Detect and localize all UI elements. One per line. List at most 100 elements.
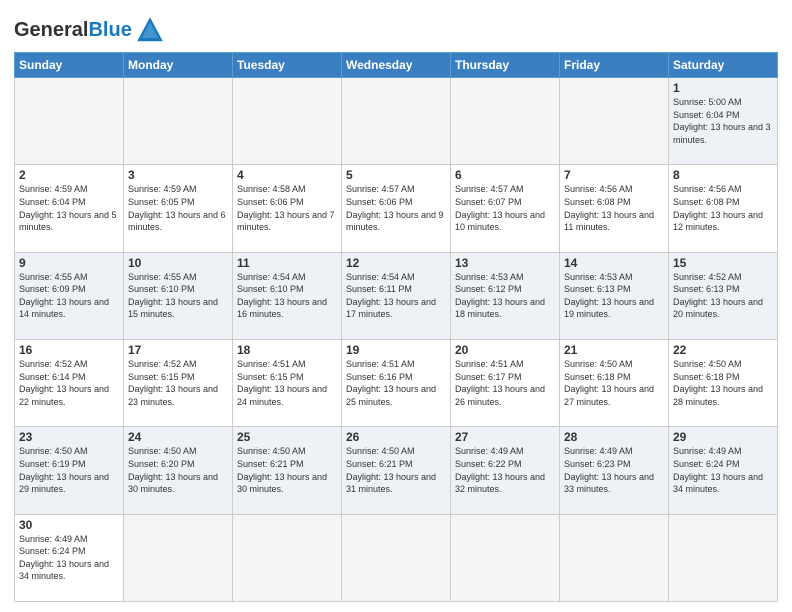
table-row: 25Sunrise: 4:50 AM Sunset: 6:21 PM Dayli… [233, 427, 342, 514]
day-info: Sunrise: 4:52 AM Sunset: 6:14 PM Dayligh… [19, 358, 119, 408]
day-info: Sunrise: 4:51 AM Sunset: 6:16 PM Dayligh… [346, 358, 446, 408]
table-row: 23Sunrise: 4:50 AM Sunset: 6:19 PM Dayli… [15, 427, 124, 514]
day-info: Sunrise: 4:50 AM Sunset: 6:18 PM Dayligh… [564, 358, 664, 408]
table-row: 24Sunrise: 4:50 AM Sunset: 6:20 PM Dayli… [124, 427, 233, 514]
day-info: Sunrise: 4:58 AM Sunset: 6:06 PM Dayligh… [237, 183, 337, 233]
day-number: 4 [237, 168, 337, 182]
day-number: 13 [455, 256, 555, 270]
day-number: 28 [564, 430, 664, 444]
day-info: Sunrise: 4:54 AM Sunset: 6:11 PM Dayligh… [346, 271, 446, 321]
table-row [233, 514, 342, 601]
col-thursday: Thursday [451, 53, 560, 78]
day-info: Sunrise: 4:50 AM Sunset: 6:20 PM Dayligh… [128, 445, 228, 495]
day-info: Sunrise: 4:54 AM Sunset: 6:10 PM Dayligh… [237, 271, 337, 321]
table-row: 28Sunrise: 4:49 AM Sunset: 6:23 PM Dayli… [560, 427, 669, 514]
day-number: 16 [19, 343, 119, 357]
day-number: 25 [237, 430, 337, 444]
calendar-week-row: 16Sunrise: 4:52 AM Sunset: 6:14 PM Dayli… [15, 339, 778, 426]
col-saturday: Saturday [669, 53, 778, 78]
day-number: 2 [19, 168, 119, 182]
day-info: Sunrise: 4:57 AM Sunset: 6:07 PM Dayligh… [455, 183, 555, 233]
day-number: 7 [564, 168, 664, 182]
table-row: 5Sunrise: 4:57 AM Sunset: 6:06 PM Daylig… [342, 165, 451, 252]
day-info: Sunrise: 4:55 AM Sunset: 6:09 PM Dayligh… [19, 271, 119, 321]
day-number: 5 [346, 168, 446, 182]
table-row: 27Sunrise: 4:49 AM Sunset: 6:22 PM Dayli… [451, 427, 560, 514]
table-row [669, 514, 778, 601]
table-row: 8Sunrise: 4:56 AM Sunset: 6:08 PM Daylig… [669, 165, 778, 252]
day-info: Sunrise: 4:53 AM Sunset: 6:13 PM Dayligh… [564, 271, 664, 321]
col-monday: Monday [124, 53, 233, 78]
day-number: 15 [673, 256, 773, 270]
day-number: 30 [19, 518, 119, 532]
day-info: Sunrise: 4:49 AM Sunset: 6:22 PM Dayligh… [455, 445, 555, 495]
col-wednesday: Wednesday [342, 53, 451, 78]
table-row [124, 78, 233, 165]
table-row: 18Sunrise: 4:51 AM Sunset: 6:15 PM Dayli… [233, 339, 342, 426]
day-number: 19 [346, 343, 446, 357]
calendar-week-row: 2Sunrise: 4:59 AM Sunset: 6:04 PM Daylig… [15, 165, 778, 252]
day-number: 21 [564, 343, 664, 357]
table-row [233, 78, 342, 165]
day-number: 3 [128, 168, 228, 182]
day-number: 14 [564, 256, 664, 270]
table-row [451, 78, 560, 165]
table-row [342, 78, 451, 165]
page: GeneralBlue Sunday Monday Tuesday Wednes… [0, 0, 792, 612]
day-number: 6 [455, 168, 555, 182]
day-info: Sunrise: 4:49 AM Sunset: 6:23 PM Dayligh… [564, 445, 664, 495]
day-info: Sunrise: 5:00 AM Sunset: 6:04 PM Dayligh… [673, 96, 773, 146]
day-info: Sunrise: 4:50 AM Sunset: 6:19 PM Dayligh… [19, 445, 119, 495]
day-number: 11 [237, 256, 337, 270]
table-row: 16Sunrise: 4:52 AM Sunset: 6:14 PM Dayli… [15, 339, 124, 426]
day-number: 12 [346, 256, 446, 270]
day-number: 29 [673, 430, 773, 444]
table-row: 6Sunrise: 4:57 AM Sunset: 6:07 PM Daylig… [451, 165, 560, 252]
day-info: Sunrise: 4:53 AM Sunset: 6:12 PM Dayligh… [455, 271, 555, 321]
day-info: Sunrise: 4:59 AM Sunset: 6:05 PM Dayligh… [128, 183, 228, 233]
col-sunday: Sunday [15, 53, 124, 78]
day-info: Sunrise: 4:50 AM Sunset: 6:21 PM Dayligh… [237, 445, 337, 495]
day-number: 9 [19, 256, 119, 270]
table-row: 29Sunrise: 4:49 AM Sunset: 6:24 PM Dayli… [669, 427, 778, 514]
day-number: 24 [128, 430, 228, 444]
day-info: Sunrise: 4:55 AM Sunset: 6:10 PM Dayligh… [128, 271, 228, 321]
day-info: Sunrise: 4:51 AM Sunset: 6:15 PM Dayligh… [237, 358, 337, 408]
day-number: 1 [673, 81, 773, 95]
table-row: 22Sunrise: 4:50 AM Sunset: 6:18 PM Dayli… [669, 339, 778, 426]
day-info: Sunrise: 4:52 AM Sunset: 6:15 PM Dayligh… [128, 358, 228, 408]
day-number: 20 [455, 343, 555, 357]
day-number: 18 [237, 343, 337, 357]
table-row: 15Sunrise: 4:52 AM Sunset: 6:13 PM Dayli… [669, 252, 778, 339]
table-row: 1Sunrise: 5:00 AM Sunset: 6:04 PM Daylig… [669, 78, 778, 165]
calendar-week-row: 30Sunrise: 4:49 AM Sunset: 6:24 PM Dayli… [15, 514, 778, 601]
day-number: 8 [673, 168, 773, 182]
day-number: 27 [455, 430, 555, 444]
table-row: 17Sunrise: 4:52 AM Sunset: 6:15 PM Dayli… [124, 339, 233, 426]
table-row: 4Sunrise: 4:58 AM Sunset: 6:06 PM Daylig… [233, 165, 342, 252]
table-row [15, 78, 124, 165]
day-info: Sunrise: 4:52 AM Sunset: 6:13 PM Dayligh… [673, 271, 773, 321]
table-row: 10Sunrise: 4:55 AM Sunset: 6:10 PM Dayli… [124, 252, 233, 339]
day-info: Sunrise: 4:49 AM Sunset: 6:24 PM Dayligh… [673, 445, 773, 495]
table-row: 11Sunrise: 4:54 AM Sunset: 6:10 PM Dayli… [233, 252, 342, 339]
table-row: 7Sunrise: 4:56 AM Sunset: 6:08 PM Daylig… [560, 165, 669, 252]
day-info: Sunrise: 4:51 AM Sunset: 6:17 PM Dayligh… [455, 358, 555, 408]
day-info: Sunrise: 4:50 AM Sunset: 6:18 PM Dayligh… [673, 358, 773, 408]
header: GeneralBlue [14, 10, 778, 46]
day-number: 23 [19, 430, 119, 444]
day-number: 17 [128, 343, 228, 357]
day-info: Sunrise: 4:59 AM Sunset: 6:04 PM Dayligh… [19, 183, 119, 233]
table-row: 20Sunrise: 4:51 AM Sunset: 6:17 PM Dayli… [451, 339, 560, 426]
calendar-week-row: 1Sunrise: 5:00 AM Sunset: 6:04 PM Daylig… [15, 78, 778, 165]
calendar-header-row: Sunday Monday Tuesday Wednesday Thursday… [15, 53, 778, 78]
calendar-week-row: 9Sunrise: 4:55 AM Sunset: 6:09 PM Daylig… [15, 252, 778, 339]
table-row: 26Sunrise: 4:50 AM Sunset: 6:21 PM Dayli… [342, 427, 451, 514]
logo-triangle-icon [134, 14, 166, 46]
day-info: Sunrise: 4:56 AM Sunset: 6:08 PM Dayligh… [564, 183, 664, 233]
day-info: Sunrise: 4:56 AM Sunset: 6:08 PM Dayligh… [673, 183, 773, 233]
table-row: 19Sunrise: 4:51 AM Sunset: 6:16 PM Dayli… [342, 339, 451, 426]
day-number: 10 [128, 256, 228, 270]
logo: GeneralBlue [14, 14, 166, 46]
table-row [560, 514, 669, 601]
